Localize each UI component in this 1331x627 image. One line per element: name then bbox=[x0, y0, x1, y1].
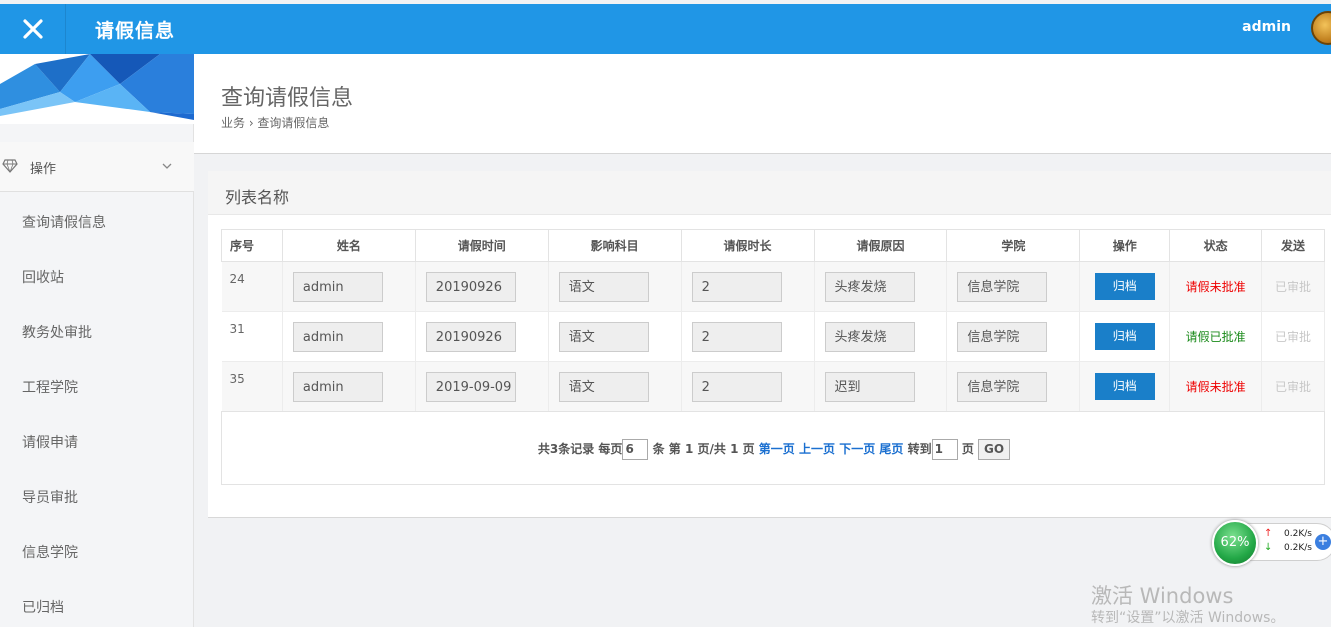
pagination: 共3条记录 每页 6 条 第 1 页/共 1 页 第一页 上一页 下一页 尾页 转… bbox=[222, 439, 1326, 460]
chevron-down-icon bbox=[162, 163, 172, 169]
name-field[interactable]: admin bbox=[292, 371, 383, 402]
leave-table: 序号 姓名 请假时间 影响科目 请假时长 请假原因 学院 操作 状态 发送 24… bbox=[221, 229, 1325, 412]
memory-usage-ball[interactable]: 62% bbox=[1212, 520, 1258, 566]
activation-watermark-title: 激活 Windows bbox=[1091, 584, 1234, 608]
column-header: 状态 bbox=[1169, 229, 1263, 262]
leave-time-field[interactable]: 20190926 bbox=[425, 271, 516, 302]
prev-page-link[interactable]: 上一页 bbox=[799, 442, 835, 456]
column-header: 学院 bbox=[946, 229, 1081, 262]
row-id: 24 bbox=[221, 261, 283, 312]
reason-field[interactable]: 头疼发烧 bbox=[824, 271, 915, 302]
per-page-input[interactable]: 6 bbox=[622, 439, 649, 460]
sidebar-item-recycle-bin[interactable]: 回收站 bbox=[0, 251, 194, 306]
reason-field[interactable]: 迟到 bbox=[824, 371, 915, 402]
column-header: 序号 bbox=[221, 229, 283, 262]
plus-icon[interactable]: + bbox=[1315, 534, 1331, 550]
name-field[interactable]: admin bbox=[292, 271, 383, 302]
last-page-link[interactable]: 尾页 bbox=[879, 442, 903, 456]
app-title: 请假信息 bbox=[95, 20, 176, 42]
go-button[interactable]: GO bbox=[978, 439, 1011, 460]
send-status: 已审批 bbox=[1275, 380, 1312, 394]
column-header: 请假原因 bbox=[813, 229, 948, 262]
send-status: 已审批 bbox=[1275, 330, 1312, 344]
sidebar-item-archived[interactable]: 已归档 bbox=[0, 581, 194, 627]
reason-field[interactable]: 头疼发烧 bbox=[824, 321, 915, 352]
row-id: 35 bbox=[221, 361, 283, 412]
top-bar: 请假信息 admin bbox=[0, 4, 1331, 54]
pagination-box: 共3条记录 每页 6 条 第 1 页/共 1 页 第一页 上一页 下一页 尾页 转… bbox=[221, 411, 1325, 485]
sidebar-item-counselor-approval[interactable]: 导员审批 bbox=[0, 471, 194, 526]
avatar[interactable] bbox=[1311, 11, 1331, 45]
college-field[interactable]: 信息学院 bbox=[957, 321, 1048, 352]
user-name[interactable]: admin bbox=[1242, 19, 1291, 35]
sidebar-item-leave-application[interactable]: 请假申请 bbox=[0, 416, 194, 471]
college-field[interactable]: 信息学院 bbox=[957, 371, 1048, 402]
duration-field[interactable]: 2 bbox=[691, 271, 782, 302]
sidebar-menu: 查询请假信息 回收站 教务处审批 工程学院 请假申请 导员审批 信息学院 已归档 bbox=[0, 196, 194, 627]
name-field[interactable]: admin bbox=[292, 321, 383, 352]
activation-watermark-hint: 转到“设置”以激活 Windows。 bbox=[1091, 610, 1285, 626]
send-status: 已审批 bbox=[1275, 280, 1312, 294]
goto-label: 转到 bbox=[907, 442, 932, 456]
leave-time-field[interactable]: 2019-09-09 bbox=[425, 371, 516, 402]
card-header: 列表名称 bbox=[208, 171, 1331, 215]
sidebar-item-engineering-college[interactable]: 工程学院 bbox=[0, 361, 194, 416]
page-header: 查询请假信息 业务 › 查询请假信息 bbox=[194, 54, 1331, 154]
sidebar: 操作 查询请假信息 回收站 教务处审批 工程学院 请假申请 导员审批 信息学院 … bbox=[0, 54, 194, 627]
column-header: 操作 bbox=[1079, 229, 1171, 262]
next-page-link[interactable]: 下一页 bbox=[839, 442, 875, 456]
column-header: 影响科目 bbox=[547, 229, 682, 262]
archive-button[interactable]: 归档 bbox=[1094, 323, 1155, 350]
status-text: 请假未批准 bbox=[1185, 380, 1246, 394]
breadcrumb: 业务 › 查询请假信息 bbox=[221, 116, 330, 130]
download-speed: 0.2K/s bbox=[1284, 543, 1312, 553]
diamond-icon bbox=[2, 159, 18, 173]
sidebar-group-operations[interactable]: 操作 bbox=[0, 142, 194, 192]
table-row: 35 admin 2019-09-09 语文 2 迟到 信息学院 归档 请假未批… bbox=[221, 361, 1325, 412]
archive-button[interactable]: 归档 bbox=[1094, 273, 1155, 300]
row-id: 31 bbox=[221, 311, 283, 362]
column-header: 发送 bbox=[1261, 229, 1325, 262]
table-header-row: 序号 姓名 请假时间 影响科目 请假时长 请假原因 学院 操作 状态 发送 bbox=[221, 229, 1325, 262]
column-header: 请假时长 bbox=[680, 229, 815, 262]
download-arrow-icon: ↓ bbox=[1264, 542, 1273, 553]
first-page-link[interactable]: 第一页 bbox=[759, 442, 795, 456]
sidebar-banner bbox=[0, 54, 194, 124]
close-sidebar-button[interactable] bbox=[0, 4, 66, 54]
subject-field[interactable]: 语文 bbox=[558, 371, 649, 402]
network-monitor-widget[interactable]: 62% ↑ 0.2K/s ↓ 0.2K/s + bbox=[1212, 520, 1331, 566]
duration-field[interactable]: 2 bbox=[691, 371, 782, 402]
pager-total: 共3条记录 每页 bbox=[537, 442, 623, 456]
list-card: 列表名称 序号 姓名 请假时间 影响科目 请假时长 请假原因 学院 操作 状态 … bbox=[208, 171, 1331, 518]
sidebar-group-label: 操作 bbox=[30, 162, 57, 177]
college-field[interactable]: 信息学院 bbox=[957, 271, 1048, 302]
subject-field[interactable]: 语文 bbox=[558, 271, 649, 302]
archive-button[interactable]: 归档 bbox=[1094, 373, 1155, 400]
sidebar-item-query-leave[interactable]: 查询请假信息 bbox=[0, 196, 194, 251]
column-header: 请假时间 bbox=[414, 229, 549, 262]
leave-time-field[interactable]: 20190926 bbox=[425, 321, 516, 352]
page-title: 查询请假信息 bbox=[221, 86, 354, 111]
goto-page-input[interactable]: 1 bbox=[931, 439, 958, 460]
sidebar-item-academic-approval[interactable]: 教务处审批 bbox=[0, 306, 194, 361]
status-text: 请假已批准 bbox=[1185, 330, 1246, 344]
column-header: 姓名 bbox=[281, 229, 416, 262]
card-title: 列表名称 bbox=[225, 188, 290, 207]
upload-speed: 0.2K/s bbox=[1284, 529, 1312, 539]
status-text: 请假未批准 bbox=[1185, 280, 1246, 294]
upload-arrow-icon: ↑ bbox=[1264, 528, 1273, 539]
page-suffix: 页 bbox=[961, 442, 974, 456]
pager-page-info: 条 第 1 页/共 1 页 bbox=[652, 442, 755, 456]
duration-field[interactable]: 2 bbox=[691, 321, 782, 352]
sidebar-item-info-college[interactable]: 信息学院 bbox=[0, 526, 194, 581]
banner-decoration bbox=[0, 54, 194, 124]
close-icon bbox=[22, 19, 43, 39]
subject-field[interactable]: 语文 bbox=[558, 321, 649, 352]
table-row: 24 admin 20190926 语文 2 头疼发烧 信息学院 归档 请假未批… bbox=[221, 261, 1325, 312]
table-row: 31 admin 20190926 语文 2 头疼发烧 信息学院 归档 请假已批… bbox=[221, 311, 1325, 362]
